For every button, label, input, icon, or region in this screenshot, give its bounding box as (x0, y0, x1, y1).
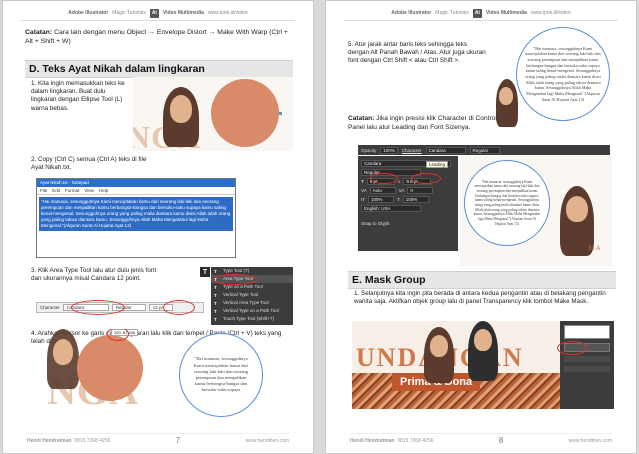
highlight-font-size (163, 300, 195, 315)
notepad-title: Ayat Nikah.txt - Notepad (37, 179, 235, 187)
page-number: 7 (175, 436, 181, 445)
footer-site[interactable]: www.hendihen.com (246, 438, 289, 444)
highlight-area-type-tool (213, 274, 257, 285)
bride-face (170, 95, 192, 123)
page-right: Adobe Illustrator Magic Tutorials Ai Vid… (325, 0, 637, 454)
panel-hscale[interactable]: 100% (402, 196, 429, 203)
menu-edit[interactable]: Edit (52, 188, 60, 193)
page-left: Adobe Illustrator Magic Tutorials Ai Vid… (2, 0, 314, 454)
character-label[interactable]: Character (40, 305, 60, 310)
font-size-icon: T (361, 179, 364, 184)
illustration-circle-couple: NGA (133, 77, 293, 151)
bride-face-2 (53, 339, 73, 365)
anchor-point[interactable] (279, 112, 282, 115)
highlight-make-mask (557, 341, 587, 355)
step-5-text: 5. Atur jarak antar baris teks sehingga … (348, 41, 486, 65)
highlight-font-name (71, 300, 125, 315)
header-divider (21, 20, 295, 21)
horizontal-scale-icon: T (397, 197, 400, 202)
footer-phone: 0815 7368 4256 (74, 437, 111, 444)
panel-kerning[interactable]: Auto (369, 187, 396, 194)
flyout-touch-type-tool[interactable]: T Touch Type Tool (Shift+T) (211, 315, 293, 323)
panel-language[interactable]: English: USA (361, 205, 421, 212)
ayat-label: 31 A (588, 246, 601, 252)
notepad-window: Ayat Nikah.txt - Notepad File Edit Forma… (36, 178, 236, 258)
catatan-note: Catatan: Cara lain dengan menu Object → … (25, 29, 288, 45)
panel-vscale[interactable]: 100% (368, 196, 394, 203)
ai-logo-icon: Ai (149, 8, 159, 18)
page-header-right: Adobe Illustrator Magic Tutorials Ai Vid… (391, 8, 571, 18)
opacity-label[interactable]: Opacity (361, 148, 376, 153)
step-1-mask-text: 1. Selanjutnya kita ingin pita berada di… (354, 290, 606, 306)
flyout-vertical-area-type-tool[interactable]: T Vertical Area Type Tool (211, 299, 293, 307)
character-panel: Candara Regular T 9 pt ≡ 9.6 pt VA Auto … (358, 156, 458, 251)
ellipse-shape-2[interactable] (77, 335, 143, 401)
bride-banner-face (430, 335, 448, 357)
header-brand: Video Multimedia (162, 10, 204, 16)
page-footer-right: Hendi Hendratman 0815 7368 4256 8 www.he… (350, 433, 612, 445)
leading-tooltip: Leading (426, 161, 449, 168)
header-subtitle: Magic Tutorials (112, 10, 146, 16)
footer-author: Hendi Hendratman (27, 437, 72, 444)
character-link[interactable]: Character (402, 148, 422, 153)
menu-format[interactable]: Format (65, 188, 79, 193)
groom-banner-face (474, 329, 492, 351)
menu-help[interactable]: Help (99, 188, 108, 193)
mask-thumbnail (564, 325, 610, 339)
highlight-font-size (370, 173, 398, 184)
page-footer-left: Hendi Hendratman 0815 7368 4256 7 www.he… (27, 433, 289, 445)
panel-tracking[interactable]: 0 (407, 187, 434, 194)
menu-view[interactable]: View (84, 188, 94, 193)
ellipse-shape[interactable] (211, 79, 279, 147)
flyout-vertical-path-type-tool[interactable]: T Vertical Type on a Path Tool (211, 307, 293, 315)
invitation-banner: UNDANGAN Prima & Dona (352, 321, 614, 409)
snap-to-glyph-label: Snap to Glyph (361, 221, 390, 226)
header-divider (344, 20, 618, 21)
control-panel-bar: Opacity 100% Character Candara Regular (358, 145, 610, 155)
page-number: 8 (498, 436, 504, 445)
type-tool-icon[interactable]: T (200, 267, 210, 277)
step-3-text: 3. Klik Area Type Tool lalu atur dulu je… (31, 267, 157, 283)
footer-site[interactable]: www.hendihen.com (569, 438, 612, 444)
header-title: Adobe Illustrator (68, 10, 109, 16)
step-2-text: 2. Copy (Ctrl C) semua (Ctrl A) teks di … (31, 156, 147, 172)
opacity-field[interactable]: 100% (380, 146, 398, 154)
transparency-panel (560, 321, 614, 409)
circle-area-text-partial[interactable]: "Hai manusia, sesungguhnya Kami mencipta… (179, 333, 263, 417)
section-title-e: E. Mask Group (348, 271, 616, 289)
groom-face (566, 196, 588, 222)
menu-file[interactable]: File (40, 188, 47, 193)
flyout-vertical-type-tool[interactable]: T Vertical Type Tool (211, 291, 293, 299)
selected-ayat-text[interactable]: "Hai manusia, sesungguhnya Kami mencipta… (39, 197, 233, 232)
page-header: Adobe Illustrator Magic Tutorials Ai Vid… (3, 7, 313, 19)
illustration-adjusted-circle: "Hai manusia, sesungguhnya Kami mencipta… (460, 156, 612, 266)
font-name-field-right[interactable]: Candara (425, 146, 466, 154)
notepad-menu: File Edit Format View Help (37, 187, 235, 195)
font-style-field-right[interactable]: Regular (469, 146, 500, 154)
header-site: www.ipnk.id/video (207, 10, 248, 16)
leading-icon: ≡ (397, 179, 401, 184)
vertical-scale-icon: IT (361, 197, 365, 202)
step-1-text: 1. Kita ingin memasukkan teks ke dalam l… (31, 80, 125, 112)
highlight-leading (411, 173, 441, 184)
tracking-icon: VA (398, 188, 405, 193)
ai-logo-icon: Ai (472, 8, 482, 18)
circle-area-text-full[interactable]: "Hai manusia, sesungguhnya Kami mencipta… (516, 27, 610, 121)
kerning-icon: VA (361, 188, 367, 193)
bride-face-3 (499, 87, 513, 105)
catatan-note-right: Catatan: Jika ingin presisi klik Charact… (348, 115, 497, 131)
circle-area-text-adjusted[interactable]: "Hai manusia, sesungguhnya Kami mencipta… (464, 160, 550, 246)
section-title-d: D. Teks Ayat Nikah dalam lingkaran (25, 60, 293, 78)
